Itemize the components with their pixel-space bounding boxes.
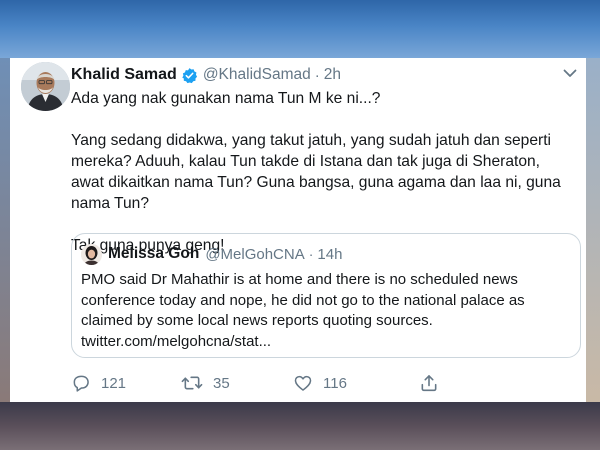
author-avatar[interactable] <box>21 62 70 111</box>
share-icon <box>421 375 437 392</box>
reply-count: 121 <box>101 374 127 392</box>
separator-dot: · <box>308 246 314 262</box>
tweet-text: Ada yang nak gunakan nama Tun M ke ni...… <box>71 88 576 256</box>
share-button[interactable] <box>419 370 449 396</box>
quoted-tweet-timestamp[interactable]: 14h <box>317 246 342 263</box>
tweet-paragraph: Ada yang nak gunakan nama Tun M ke ni...… <box>71 90 381 107</box>
reply-icon <box>73 375 89 392</box>
quoted-author-handle[interactable]: @MelGohCNA <box>205 246 304 263</box>
quoted-tweet-header: Melissa Goh @MelGohCNA · 14h <box>81 243 342 265</box>
background-top <box>0 0 600 58</box>
author-name[interactable]: Khalid Samad <box>71 66 177 84</box>
quoted-author-name[interactable]: Melissa Goh <box>108 245 199 263</box>
background-right <box>586 58 600 402</box>
reply-button[interactable]: 121 <box>71 370 126 396</box>
quoted-tweet-text: PMO said Dr Mahathir is at home and ther… <box>81 271 525 350</box>
tweet-paragraph: Yang sedang didakwa, yang takut jatuh, y… <box>71 132 561 212</box>
retweet-button[interactable]: 35 <box>181 370 230 396</box>
tweet-header: Khalid Samad @KhalidSamad · 2h <box>71 64 341 86</box>
tweet-actions: 121 35 116 <box>71 370 511 396</box>
like-icon <box>294 375 312 391</box>
retweet-icon <box>181 376 203 390</box>
background-bottom <box>0 402 600 450</box>
quoted-tweet[interactable]: Melissa Goh @MelGohCNA · 14h PMO said Dr… <box>71 233 581 358</box>
tweet-timestamp[interactable]: 2h <box>324 66 341 84</box>
separator-dot: · <box>314 66 320 84</box>
quoted-author-avatar <box>81 243 102 265</box>
like-count: 116 <box>323 374 347 392</box>
tweet-card[interactable]: Khalid Samad @KhalidSamad · 2h Ada yang … <box>10 58 586 402</box>
author-handle[interactable]: @KhalidSamad <box>203 66 311 84</box>
verified-badge-icon <box>181 67 198 84</box>
background-left <box>0 58 10 402</box>
chevron-down-icon[interactable] <box>562 66 578 80</box>
retweet-count: 35 <box>213 374 230 392</box>
avatar-photo <box>21 62 70 111</box>
like-button[interactable]: 116 <box>293 370 347 396</box>
